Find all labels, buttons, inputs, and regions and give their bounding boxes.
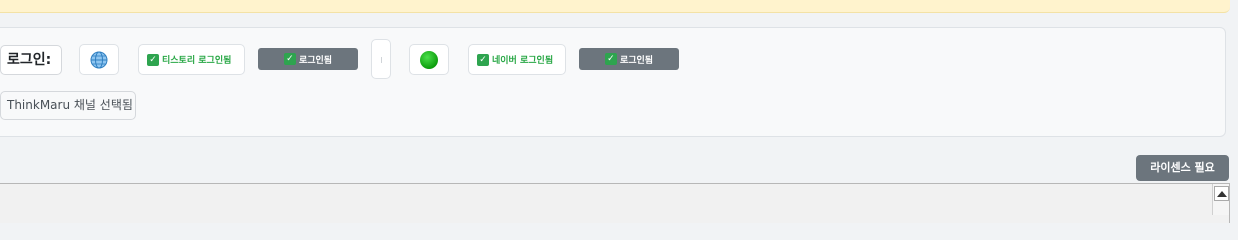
checkmark-icon: ✓ bbox=[147, 53, 159, 66]
channel-selected-badge[interactable]: ThinkMaru 채널 선택됨 bbox=[0, 91, 136, 120]
login-label: 로그인: bbox=[0, 45, 62, 75]
naver-login-status: ✓ 네이버 로그인됨 bbox=[468, 44, 566, 75]
tistory-logged-in-button[interactable]: ✓ 로그인됨 bbox=[258, 48, 358, 70]
checkmark-icon: ✓ bbox=[283, 53, 296, 65]
tistory-login-status: ✓ 티스토리 로그인됨 bbox=[138, 44, 245, 75]
notice-banner bbox=[0, 0, 1230, 13]
license-required-button[interactable]: 라이센스 필요 bbox=[1136, 155, 1229, 181]
tistory-button-text: 로그인됨 bbox=[298, 55, 333, 66]
naver-logged-in-button[interactable]: ✓ 로그인됨 bbox=[579, 48, 679, 70]
checkmark-icon: ✓ bbox=[604, 53, 617, 65]
tistory-status-text: 티스토리 로그인됨 bbox=[162, 56, 232, 66]
checkmark-icon: ✓ bbox=[477, 53, 489, 66]
scroll-up-icon[interactable] bbox=[1214, 186, 1229, 201]
naver-button-text: 로그인됨 bbox=[619, 55, 654, 66]
editor-area[interactable] bbox=[0, 183, 1230, 223]
green-circle-icon bbox=[420, 50, 438, 69]
tistory-globe-button[interactable] bbox=[79, 44, 119, 75]
naver-status-text: 네이버 로그인됨 bbox=[492, 56, 554, 66]
globe-icon bbox=[90, 51, 108, 68]
vertical-scrollbar[interactable] bbox=[1212, 184, 1229, 215]
naver-circle-button[interactable] bbox=[409, 44, 449, 75]
separator-handle bbox=[371, 39, 391, 79]
